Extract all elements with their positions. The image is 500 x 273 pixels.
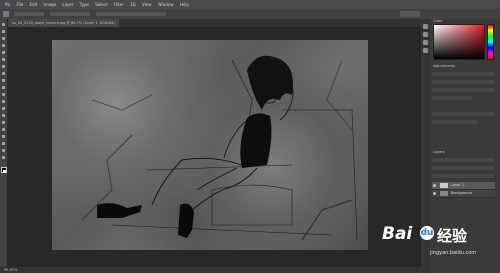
align-buttons[interactable] [96,12,166,16]
pen-icon[interactable] [2,121,5,124]
layer-thumbnail [440,191,448,196]
adjustment-row[interactable] [432,96,472,100]
path-select-icon[interactable] [2,135,5,138]
move-icon[interactable] [2,23,5,26]
transform-controls-option[interactable] [50,12,90,16]
character-icon[interactable] [423,40,428,45]
lock-row[interactable] [432,174,494,178]
menu-filter[interactable]: Filter [114,2,124,7]
menu-type[interactable]: Type [80,2,89,7]
menu-view[interactable]: View [142,2,152,7]
adjustment-row[interactable] [432,80,494,84]
adjustment-row[interactable] [432,88,494,92]
menu-image[interactable]: Image [44,2,57,7]
menu-3d[interactable]: 3D [130,2,136,7]
watermark-brand: Bai [382,224,413,244]
menu-help[interactable]: Help [180,2,189,7]
eye-icon[interactable] [433,184,436,187]
background-color-swatch[interactable] [3,170,6,173]
baidu-watermark-logo: Bai du 经验 [382,222,492,248]
menu-file[interactable]: File [17,2,24,7]
document-tab[interactable]: ps_04_2016_stone_texture.jpg @ 66.7% (La… [8,19,120,27]
eye-icon[interactable] [433,192,436,195]
layer-row[interactable]: Layer 1 [432,182,495,190]
hue-slider[interactable] [487,24,494,60]
blur-icon[interactable] [2,107,5,110]
status-bar: 66.67% [0,267,420,273]
layer-row[interactable]: Background [432,190,495,198]
document-canvas[interactable] [52,40,368,250]
menu-window[interactable]: Window [158,2,174,7]
color-panel-tab[interactable]: Color [433,19,442,23]
auto-select-option[interactable] [14,12,44,16]
crop-icon[interactable] [2,51,5,54]
layer-name: Layer 1 [451,183,465,187]
zoom-icon[interactable] [2,156,5,159]
color-picker-field[interactable] [433,24,485,60]
lasso-icon[interactable] [2,37,5,40]
gradient-icon[interactable] [2,100,5,103]
workspace-dropdown[interactable] [400,11,420,17]
paragraph-icon[interactable] [423,48,428,53]
adjustments-panel-tab[interactable]: Adjustments [433,64,455,68]
shape-icon[interactable] [2,142,5,145]
watermark-suffix: 经验 [437,227,468,245]
line-art-figure [81,55,358,241]
layer-thumbnail [440,183,448,188]
menu-layer[interactable]: Layer [62,2,73,7]
document-tab-bar: ps_04_2016_stone_texture.jpg @ 66.7% (La… [8,19,428,27]
layer-filter-row[interactable] [432,158,494,162]
hand-icon[interactable] [2,149,5,152]
adjustment-row[interactable] [432,72,494,76]
paw-icon: du [420,226,434,240]
history-brush-icon[interactable] [2,86,5,89]
menu-select[interactable]: Select [95,2,107,7]
adjustment-row[interactable] [432,120,477,124]
menu-ps[interactable]: Ps [5,2,10,7]
eraser-icon[interactable] [2,93,5,96]
quick-select-icon[interactable] [2,44,5,47]
healing-icon[interactable] [2,65,5,68]
marquee-icon[interactable] [2,30,5,33]
layer-name: Background [451,191,472,195]
menu-bar: Ps File Edit Image Layer Type Select Fil… [0,0,500,9]
zoom-level[interactable]: 66.67% [4,268,17,272]
properties-icon[interactable] [423,32,428,37]
tools-panel [0,19,8,273]
blend-mode-row[interactable] [432,166,494,170]
clone-stamp-icon[interactable] [2,79,5,82]
menu-edit[interactable]: Edit [30,2,38,7]
eyedropper-icon[interactable] [2,58,5,61]
type-icon[interactable] [2,128,5,131]
history-icon[interactable] [423,24,428,29]
move-tool-icon[interactable] [3,11,9,17]
brush-icon[interactable] [2,72,5,75]
layers-panel-tab[interactable]: Layers [433,150,445,154]
watermark-url: jingyan.baidu.com [430,250,477,256]
adjustment-row[interactable] [432,112,494,116]
dodge-icon[interactable] [2,114,5,117]
